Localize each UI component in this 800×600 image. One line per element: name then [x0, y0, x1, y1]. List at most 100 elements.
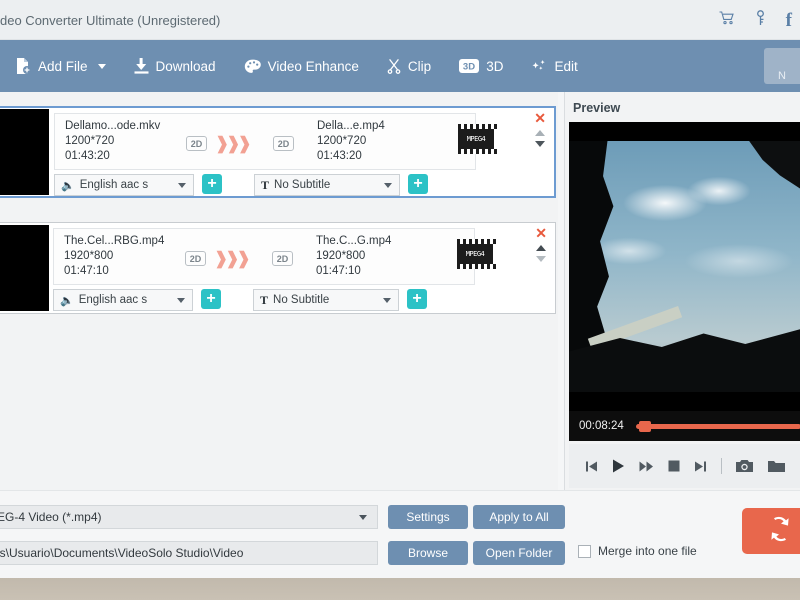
download-icon: [134, 58, 149, 74]
settings-button[interactable]: Settings: [388, 505, 468, 529]
speaker-icon: 🔈: [60, 294, 74, 307]
source-filename: Dellamo...ode.mkv: [65, 120, 161, 132]
target-resolution: 1920*800: [316, 250, 366, 262]
seek-slider[interactable]: [635, 420, 800, 432]
table-row[interactable]: The.Cel...RBG.mp4 1920*800 01:47:10 2D ❱…: [0, 222, 556, 314]
video-enhance-icon: [244, 59, 261, 74]
letterbox-top: [569, 122, 800, 141]
target-duration: 01:43:20: [317, 150, 362, 162]
output-path-value: ers\Usuario\Documents\VideoSolo Studio\V…: [0, 546, 244, 560]
target-dimension-badge[interactable]: 2D: [272, 251, 293, 266]
toolbar-download-label: Download: [155, 58, 216, 74]
move-up-button[interactable]: [535, 130, 545, 136]
add-audio-track-button[interactable]: +: [202, 174, 222, 194]
target-info-block: Della...e.mp4 1200*720 01:43:20: [317, 119, 385, 164]
subtitle-track-select[interactable]: T No Subtitle: [253, 289, 399, 311]
main-toolbar: Add File Download Video Enhance Clip 3D …: [0, 40, 800, 92]
source-info-block: Dellamo...ode.mkv 1200*720 01:43:20: [65, 119, 160, 164]
toolbar-overflow-button[interactable]: N: [764, 48, 800, 84]
file-info-box: Dellamo...ode.mkv 1200*720 01:43:20 2D ❱…: [54, 113, 476, 170]
add-file-icon: [16, 58, 31, 74]
window-title: deo Converter Ultimate (Unregistered): [0, 13, 221, 28]
remove-file-button[interactable]: ✕: [534, 111, 546, 125]
add-subtitle-button[interactable]: +: [408, 174, 428, 194]
table-row[interactable]: Dellamo...ode.mkv 1200*720 01:43:20 2D ❱…: [0, 106, 556, 198]
target-dimension-badge[interactable]: 2D: [273, 136, 294, 151]
merge-into-one-file-checkbox-group[interactable]: Merge into one file: [578, 544, 697, 558]
apply-to-all-button[interactable]: Apply to All: [473, 505, 565, 529]
source-filename: The.Cel...RBG.mp4: [64, 235, 165, 247]
move-down-button[interactable]: [535, 141, 545, 147]
key-icon[interactable]: [755, 10, 766, 30]
chevron-down-icon: [383, 297, 391, 303]
source-dimension-badge[interactable]: 2D: [185, 251, 206, 266]
mpeg4-format-icon[interactable]: MPEG4: [457, 239, 496, 269]
toolbar-add-file[interactable]: Add File: [0, 40, 120, 92]
stop-button[interactable]: [668, 460, 680, 472]
audio-track-select[interactable]: 🔈 English aac s: [54, 174, 194, 196]
clip-scissors-icon: [387, 58, 401, 74]
remove-file-button[interactable]: ✕: [535, 226, 547, 240]
file-list-pane: Dellamo...ode.mkv 1200*720 01:43:20 2D ❱…: [0, 92, 558, 490]
controls-divider: [721, 458, 722, 474]
source-dimension-badge[interactable]: 2D: [186, 136, 207, 151]
seek-slider-handle[interactable]: [638, 420, 651, 432]
audio-track-select[interactable]: 🔈 English aac s: [53, 289, 193, 311]
subtitle-track-select[interactable]: T No Subtitle: [254, 174, 400, 196]
toolbar-clip[interactable]: Clip: [373, 40, 445, 92]
toolbar-clip-label: Clip: [407, 58, 432, 74]
toolbar-3d-label: 3D: [486, 58, 504, 74]
browse-button[interactable]: Browse: [388, 541, 468, 565]
mpeg4-format-label: MPEG4: [464, 250, 486, 258]
toolbar-edit[interactable]: Edit: [517, 40, 591, 92]
next-button[interactable]: [694, 460, 707, 473]
speaker-icon: 🔈: [61, 179, 75, 192]
chevron-down-icon: [178, 182, 186, 188]
edit-wand-icon: [531, 59, 547, 74]
target-duration: 01:47:10: [316, 265, 361, 277]
preview-video-surface[interactable]: [569, 122, 800, 411]
output-path-input[interactable]: ers\Usuario\Documents\VideoSolo Studio\V…: [0, 541, 378, 565]
svg-text:3D: 3D: [463, 62, 475, 73]
text-subtitle-icon: T: [260, 292, 269, 307]
conversion-arrows-icon: ❱❱❱: [215, 134, 252, 153]
target-filename: Della...e.mp4: [317, 120, 385, 132]
play-button[interactable]: [612, 459, 625, 473]
text-subtitle-icon: T: [261, 177, 270, 192]
toolbar-3d[interactable]: 3D 3D: [445, 40, 517, 92]
toolbar-edit-label: Edit: [554, 58, 578, 74]
cart-icon[interactable]: [719, 11, 735, 29]
open-folder-button[interactable]: Open Folder: [473, 541, 565, 565]
chevron-down-icon: [384, 182, 392, 188]
move-down-button[interactable]: [536, 256, 546, 262]
target-info-block: The.C...G.mp4 1920*800 01:47:10: [316, 234, 391, 279]
subtitle-track-value: No Subtitle: [274, 179, 331, 191]
facebook-icon[interactable]: f: [786, 11, 792, 30]
move-up-button[interactable]: [536, 245, 546, 251]
add-subtitle-button[interactable]: +: [407, 289, 427, 309]
seek-bar-row: 00:08:24: [569, 411, 800, 441]
mpeg4-format-label: MPEG4: [465, 135, 487, 143]
3d-icon: 3D: [459, 59, 480, 73]
toolbar-video-enhance[interactable]: Video Enhance: [230, 40, 373, 92]
camera-icon[interactable]: [736, 459, 754, 473]
previous-button[interactable]: [585, 460, 598, 473]
output-format-select[interactable]: PEG-4 Video (*.mp4): [0, 505, 378, 529]
letterbox-bottom: [569, 392, 800, 411]
convert-refresh-icon: [765, 515, 795, 548]
mpeg4-format-icon[interactable]: MPEG4: [458, 124, 497, 154]
video-thumbnail: [0, 225, 49, 311]
add-audio-track-button[interactable]: +: [201, 289, 221, 309]
toolbar-download[interactable]: Download: [120, 40, 230, 92]
merge-checkbox-label: Merge into one file: [598, 544, 697, 558]
fast-forward-button[interactable]: [639, 460, 654, 473]
folder-icon[interactable]: [768, 460, 785, 473]
merge-checkbox[interactable]: [578, 544, 591, 558]
video-thumbnail: [0, 109, 49, 195]
source-duration: 01:43:20: [65, 150, 110, 162]
chevron-down-icon: [97, 63, 106, 69]
audio-track-value: English aac s: [78, 294, 148, 306]
output-format-value: PEG-4 Video (*.mp4): [0, 510, 102, 524]
convert-button[interactable]: [742, 508, 800, 554]
chevron-down-icon: [177, 297, 185, 303]
